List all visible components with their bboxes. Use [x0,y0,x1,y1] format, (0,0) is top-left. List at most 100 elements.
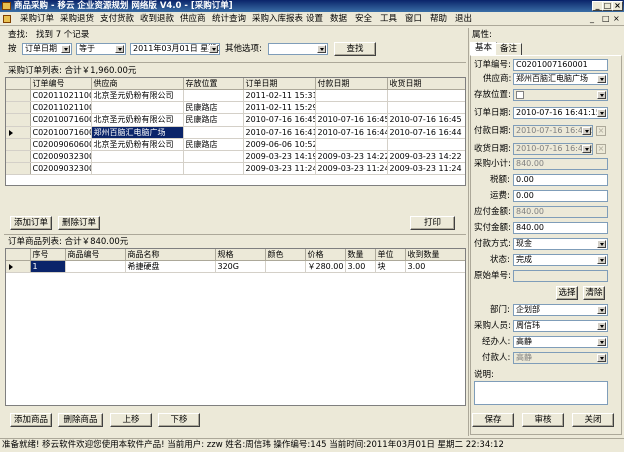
table-cell[interactable]: C0201102110001 [30,101,92,115]
table-cell[interactable] [387,89,465,103]
table-cell[interactable]: 2010-07-16 16:45 [387,113,465,127]
other-options-select[interactable] [268,43,328,55]
pay-method-select[interactable]: 现金 [513,238,608,250]
menu-purchase-order[interactable]: 采购订单 [20,13,54,25]
tab-basic[interactable]: 基本 [470,42,498,55]
payer-select[interactable]: 高静 [513,352,608,364]
col-supplier[interactable]: 供应商 [91,78,184,90]
table-cell[interactable] [91,101,184,115]
paid-field[interactable]: 840.00 [513,222,608,234]
handler-select[interactable]: 高静 [513,336,608,348]
tab-notes[interactable]: 备注 [495,43,523,55]
table-row[interactable]: C0201007160002北京圣元奶粉有限公司民康路店2010-07-16 1… [6,113,465,127]
table-cell[interactable] [265,260,306,274]
menu-purchase-return[interactable]: 采购退货 [60,13,94,25]
table-cell[interactable]: 郑州百脑汇电脑广场 [91,126,184,139]
table-cell[interactable]: C0200903230002 [30,150,92,164]
table-cell[interactable]: 2010-07-16 16:41:15 [243,126,316,139]
table-cell[interactable]: 北京圣元奶粉有限公司 [91,113,184,127]
table-cell[interactable]: 2011-02-11 15:31:00 [243,89,316,103]
supplier-select[interactable]: 郑州百脑汇电脑广场 [513,73,608,85]
menu-security[interactable]: 安全 [355,13,372,25]
col-receive-date[interactable]: 收货日期 [387,78,465,90]
col-order-date[interactable]: 订单日期 [243,78,316,90]
menu-pay[interactable]: 支付货款 [100,13,134,25]
table-cell[interactable]: C0201007160001 [30,126,92,139]
pay-date-picker[interactable]: 2010-07-16 16:44:5 [513,125,593,137]
mdi-restore-icon[interactable]: □ [602,13,610,25]
search-field-select[interactable]: 订单日期 [22,43,72,55]
search-operator-select[interactable]: 等于 [76,43,126,55]
clear-pay-date-icon[interactable]: × [596,126,606,136]
print-button[interactable]: 打印 [410,216,455,230]
menu-data[interactable]: 数据 [330,13,347,25]
table-cell[interactable]: 2009-03-23 14:22 [387,150,465,164]
clear-source-button[interactable]: 清除 [583,286,605,300]
freight-field[interactable]: 0.00 [513,190,608,202]
table-cell[interactable]: C0201102110002 [30,89,92,103]
delete-order-button[interactable]: 删除订单 [58,216,100,230]
receive-date-picker[interactable]: 2010-07-16 16:44:5 [513,143,593,155]
mdi-minimize-icon[interactable]: _ [590,13,594,25]
table-cell[interactable] [387,101,465,115]
table-cell[interactable]: 块 [375,260,406,274]
col-unit[interactable]: 单位 [375,249,406,261]
table-row[interactable]: C02009032300012009-03-23 11:24:082009-03… [6,162,465,176]
table-cell[interactable]: 3.00 [405,260,465,274]
table-cell[interactable]: 北京圣元奶粉有限公司 [91,138,184,151]
table-cell[interactable] [315,138,388,151]
table-cell[interactable]: 民康路店 [183,113,244,127]
clear-receive-date-icon[interactable]: × [596,144,606,154]
table-row[interactable]: C0200906060001北京圣元奶粉有限公司民康路店2009-06-06 1… [6,138,465,151]
table-cell[interactable]: 2009-06-06 10:52:39 [243,138,316,151]
delete-product-button[interactable]: 删除商品 [58,413,103,427]
table-cell[interactable]: 1 [30,260,66,274]
table-cell[interactable]: 2010-07-16 16:44 [315,126,388,139]
close-button[interactable]: 关闭 [572,413,614,427]
table-row[interactable]: C02009032300022009-03-23 14:19:132009-03… [6,150,465,164]
table-row[interactable]: C0201102110001 民康路店2011-02-11 15:29:18 [6,101,465,115]
items-grid[interactable]: 序号 商品编号 商品名称 规格 颜色 价格 数量 单位 收到数量 1 希捷硬盘 32… [5,248,466,406]
location-checkbox[interactable] [516,91,524,99]
table-cell[interactable]: C0201007160002 [30,113,92,127]
col-received-qty[interactable]: 收到数量 [405,249,465,261]
table-cell[interactable] [315,89,388,103]
order-no-field[interactable]: C0201007160001 [513,59,608,71]
dept-select[interactable]: 企划部 [513,304,608,316]
table-cell[interactable]: 2009-03-23 14:22 [315,150,388,164]
table-cell[interactable]: 2010-07-16 16:45:59 [243,113,316,127]
menu-help[interactable]: 帮助 [430,13,447,25]
menu-supplier[interactable]: 供应商 [180,13,206,25]
table-cell[interactable]: C0200903230001 [30,162,92,176]
table-cell[interactable]: 2009-03-23 11:24 [387,162,465,176]
table-cell[interactable]: 希捷硬盘 [125,260,216,274]
table-cell[interactable]: 2010-07-16 16:44 [387,126,465,139]
audit-button[interactable]: 审核 [522,413,564,427]
table-cell[interactable]: 北京圣元奶粉有限公司 [91,89,184,103]
select-source-button[interactable]: 选择 [556,286,578,300]
col-product-name[interactable]: 商品名称 [125,249,216,261]
col-seq[interactable]: 序号 [30,249,66,261]
table-cell[interactable] [91,162,184,176]
col-pay-date[interactable]: 付款日期 [315,78,388,90]
table-row[interactable]: C0201007160001郑州百脑汇电脑广场 2010-07-16 16:41:… [6,126,465,139]
add-order-button[interactable]: 添加订单 [10,216,52,230]
table-cell[interactable] [91,150,184,164]
table-cell[interactable]: 2009-03-23 11:24:08 [243,162,316,176]
table-cell[interactable]: 2009-03-23 11:24 [315,162,388,176]
add-product-button[interactable]: 添加商品 [10,413,52,427]
table-cell[interactable]: 320G [215,260,266,274]
move-up-button[interactable]: 上移 [110,413,152,427]
table-cell[interactable] [183,89,244,103]
col-color[interactable]: 颜色 [265,249,306,261]
menu-report[interactable]: 采购入库报表 [252,13,303,25]
mdi-close-icon[interactable]: × [613,13,620,25]
menu-exit[interactable]: 退出 [455,13,472,25]
table-cell[interactable] [183,150,244,164]
buyer-select[interactable]: 周信玮 [513,320,608,332]
location-select[interactable] [513,89,608,101]
menu-settings[interactable]: 设置 [306,13,323,25]
table-cell[interactable]: 3.00 [345,260,376,274]
save-button[interactable]: 保存 [472,413,514,427]
table-cell[interactable]: 民康路店 [183,101,244,115]
